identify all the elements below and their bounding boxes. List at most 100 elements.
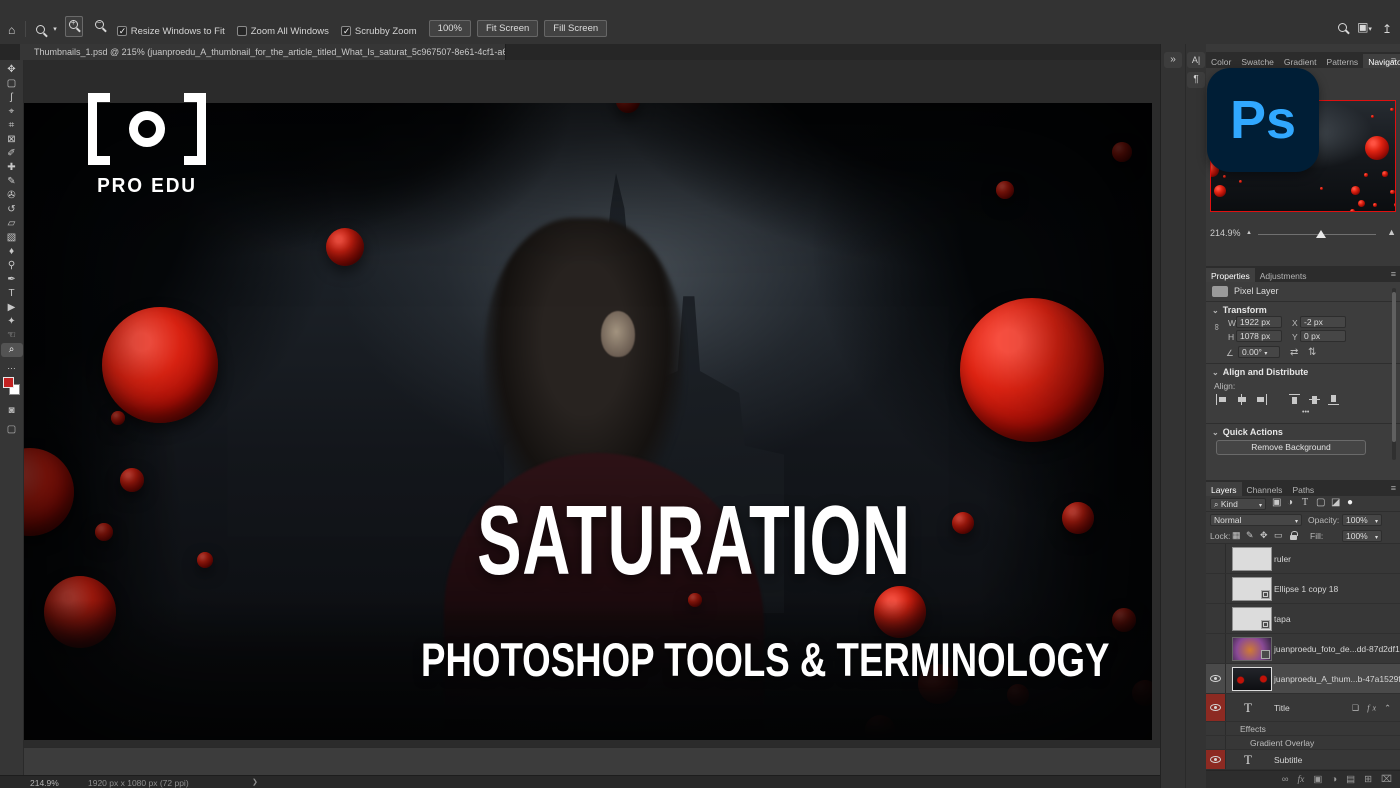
move-tool-icon[interactable]: ✥ <box>1 63 23 77</box>
height-field[interactable]: 1078 px <box>1236 330 1282 342</box>
chevron-down-icon[interactable]: ▾ <box>53 23 57 37</box>
tab-paths[interactable]: Paths <box>1287 482 1319 496</box>
filter-image-icon[interactable]: ▣ <box>1272 497 1281 508</box>
effect-name[interactable]: Gradient Overlay <box>1250 738 1314 748</box>
fill-select[interactable]: 100%▾ <box>1342 530 1382 542</box>
clone-stamp-tool-icon[interactable]: ✇ <box>1 189 23 203</box>
align-left-edges-icon[interactable] <box>1216 394 1228 405</box>
screen-mode-icon[interactable]: ▢ <box>1 422 23 437</box>
tab-adjustments[interactable]: Adjustments <box>1255 268 1312 282</box>
brush-tool-icon[interactable]: ✎ <box>1 175 23 189</box>
layer-name[interactable]: ruler <box>1274 554 1291 564</box>
status-chevron-icon[interactable]: ❯ <box>252 778 258 786</box>
visibility-cell[interactable] <box>1206 634 1226 663</box>
layer-row-juanproedu-foto-de-dd-87d2df16[interactable]: juanproedu_foto_de...dd-87d2df16c418_1 <box>1206 634 1400 664</box>
lock-image-pixels-icon[interactable]: ✎ <box>1246 530 1254 541</box>
zoom-in-button[interactable]: + <box>65 16 83 37</box>
zoom-tool-icon[interactable]: ⌕ <box>1 343 23 357</box>
align-right-edges-icon[interactable] <box>1255 394 1267 405</box>
opacity-select[interactable]: 100%▾ <box>1342 514 1382 526</box>
layer-style-icon[interactable]: fx <box>1298 775 1305 785</box>
visibility-cell[interactable] <box>1206 750 1226 769</box>
align-top-edges-icon[interactable] <box>1289 394 1301 405</box>
tab-swatche[interactable]: Swatche <box>1236 54 1279 68</box>
eye-icon[interactable] <box>1210 704 1221 711</box>
workspace-icon[interactable]: ▣▾ <box>1357 20 1372 37</box>
dodge-tool-icon[interactable]: ⚲ <box>1 259 23 273</box>
layer-row-ruler[interactable]: ruler <box>1206 544 1400 574</box>
eraser-tool-icon[interactable]: ▱ <box>1 217 23 231</box>
eye-icon[interactable] <box>1210 756 1221 763</box>
zoom-out-button[interactable]: − <box>91 16 109 37</box>
lasso-tool-icon[interactable]: ʃ <box>1 91 23 105</box>
eyedropper-tool-icon[interactable]: ✐ <box>1 147 23 161</box>
gradient-tool-icon[interactable]: ▧ <box>1 231 23 245</box>
layer-name[interactable]: tapa <box>1274 614 1291 624</box>
layer-name[interactable]: Ellipse 1 copy 18 <box>1274 584 1338 594</box>
align-vertical-centers-icon[interactable] <box>1309 394 1321 405</box>
layer-thumbnail[interactable] <box>1232 607 1272 631</box>
filter-type-icon[interactable]: T <box>1302 497 1308 508</box>
tab-menu-icon[interactable]: ≡ <box>1391 266 1396 282</box>
tab-menu-icon[interactable]: ≡ <box>1391 480 1396 496</box>
tab-gradient[interactable]: Gradient <box>1279 54 1322 68</box>
zoom-tool-icon[interactable] <box>36 25 45 37</box>
layer-row-juanproedu-a-thum-b-47a1529fc8[interactable]: juanproedu_A_thum...b-47a1529fc817_2 <box>1206 664 1400 694</box>
expand-panels-icon[interactable]: » <box>1164 52 1182 68</box>
link-dimensions-icon[interactable]: ∞ <box>1212 324 1222 330</box>
link-layers-icon[interactable]: ∞ <box>1282 774 1289 785</box>
zoom-out-mountain-icon[interactable]: ▲ <box>1246 230 1252 236</box>
flip-vertical-icon[interactable]: ⇅ <box>1308 347 1316 358</box>
align-bottom-edges-icon[interactable] <box>1328 394 1340 405</box>
filter-smart-object-icon[interactable]: ◪ <box>1331 497 1340 508</box>
checkbox-scrubby-zoom[interactable]: Scrubby Zoom <box>341 26 417 37</box>
layer-row-subtitle[interactable]: T Subtitle <box>1206 750 1400 770</box>
layer-row-tapa[interactable]: tapa <box>1206 604 1400 634</box>
frame-tool-icon[interactable]: ⊠ <box>1 133 23 147</box>
zoom-in-mountain-icon[interactable]: ▲ <box>1387 227 1396 237</box>
checkbox-zoom-all-windows[interactable]: Zoom All Windows <box>237 26 329 37</box>
healing-brush-tool-icon[interactable]: ✚ <box>1 161 23 175</box>
align-section-header[interactable]: ⌄Align and Distribute <box>1212 367 1308 377</box>
remove-background-button[interactable]: Remove Background <box>1216 440 1366 455</box>
history-brush-tool-icon[interactable]: ↺ <box>1 203 23 217</box>
lock-transparent-pixels-icon[interactable]: ▦ <box>1232 530 1241 541</box>
type-tool-icon[interactable]: T <box>1 287 23 301</box>
transform-section-header[interactable]: ⌄Transform <box>1212 305 1267 315</box>
layer-thumbnail[interactable] <box>1232 667 1272 691</box>
layer-row-gradient-overlay[interactable]: Gradient Overlay <box>1206 736 1400 750</box>
layer-mask-icon[interactable]: ▣ <box>1313 774 1322 785</box>
width-field[interactable]: 1922 px <box>1236 316 1282 328</box>
blend-mode-select[interactable]: Normal▾ <box>1210 514 1302 526</box>
align-more-icon[interactable]: ••• <box>1302 409 1309 416</box>
new-layer-icon[interactable]: ⊞ <box>1364 774 1372 785</box>
visibility-cell[interactable] <box>1206 544 1226 573</box>
object-selection-tool-icon[interactable]: ⌖ <box>1 105 23 119</box>
filter-toggle-icon[interactable]: ● <box>1347 497 1353 508</box>
layer-effects-badges[interactable]: ❏ fx ⌃ <box>1352 703 1394 712</box>
effects-label[interactable]: Effects <box>1240 724 1266 734</box>
layer-thumbnail[interactable] <box>1232 547 1272 571</box>
edit-toolbar-icon[interactable]: … <box>7 361 16 371</box>
100%-button[interactable]: 100% <box>429 20 471 37</box>
visibility-cell[interactable] <box>1206 604 1226 633</box>
color-swatches[interactable] <box>0 377 24 399</box>
new-group-icon[interactable]: ▤ <box>1346 774 1355 785</box>
character-panel-icon[interactable]: A| <box>1187 52 1205 68</box>
x-field[interactable]: -2 px <box>1300 316 1346 328</box>
kind-filter-dropdown[interactable]: ⌕ Kind ▾ <box>1210 498 1266 510</box>
lock-artboard-icon[interactable]: ▭ <box>1274 530 1283 541</box>
adjustment-layer-icon[interactable]: ◑ <box>1331 774 1337 785</box>
crop-tool-icon[interactable]: ⌗ <box>1 119 23 133</box>
share-icon[interactable]: ↥ <box>1382 22 1392 36</box>
paragraph-panel-icon[interactable]: ¶ <box>1187 72 1205 88</box>
tab-menu-icon[interactable]: ≡ <box>1391 52 1396 68</box>
quick-mask-icon[interactable]: ◙ <box>1 403 23 418</box>
layer-thumbnail[interactable] <box>1232 577 1272 601</box>
tab-color[interactable]: Color <box>1206 54 1236 68</box>
marquee-tool-icon[interactable]: ▢ <box>1 77 23 91</box>
foreground-color-swatch[interactable] <box>3 377 14 388</box>
shape-tool-icon[interactable]: ✦ <box>1 315 23 329</box>
quick-actions-header[interactable]: ⌄Quick Actions <box>1212 427 1283 437</box>
filter-adjustment-icon[interactable]: ◑ <box>1287 497 1293 508</box>
